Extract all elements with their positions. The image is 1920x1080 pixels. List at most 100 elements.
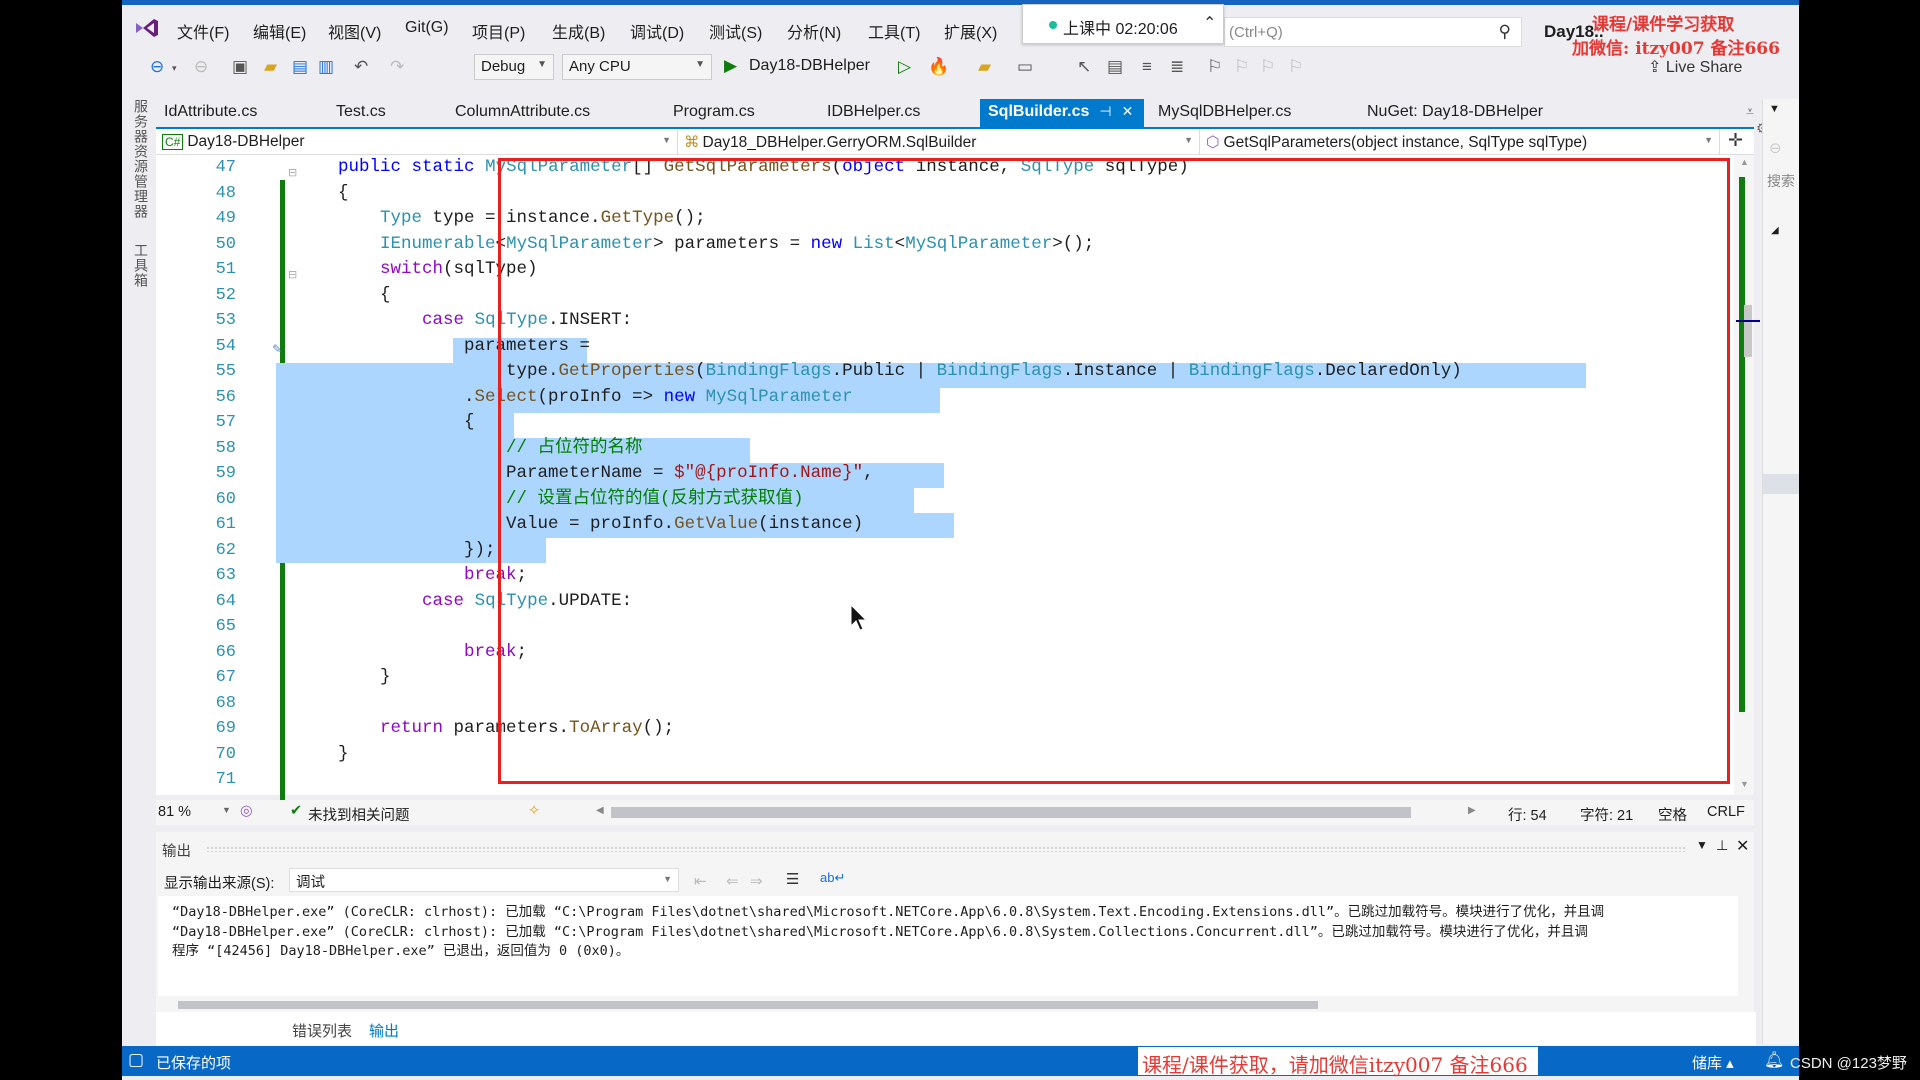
menu-build[interactable]: 生成(B) [552,19,605,43]
menu-file[interactable]: 文件(F) [177,19,229,43]
indent-indicator[interactable]: 空格 [1658,804,1687,825]
menu-analyze[interactable]: 分析(N) [787,19,841,43]
tab-sqlbuilder[interactable]: SqlBuilder.cs ⊣ ✕ [980,99,1144,127]
scroll-left-icon[interactable]: ◀ [596,805,604,816]
menu-project[interactable]: 项目(P) [472,19,525,43]
chevron-up-icon[interactable]: ⌃ [1203,13,1216,33]
indent-icon[interactable]: ≡ [1142,57,1152,77]
server-explorer-tab[interactable]: 服务器资源管理器 [131,99,151,219]
project-dropdown[interactable]: C# Day18-DBHelper ▼ [156,129,678,154]
code-line[interactable]: { [296,283,391,308]
tab-mysqldbhelper[interactable]: MySqlDBHelper.cs [1150,99,1299,127]
code-line[interactable]: // 设置占位符的值(反射方式获取值) [296,487,804,512]
output-horizontal-scrollbar[interactable] [158,998,1738,1012]
member-dropdown[interactable]: ⬡ GetSqlParameters(object instance, SqlTy… [1200,129,1720,154]
editor-horizontal-scrollbar[interactable] [611,807,1411,818]
word-wrap-icon[interactable]: ab↵ [820,870,845,886]
hot-reload-icon[interactable]: 🔥 [928,57,949,77]
code-line[interactable]: case SqlType.INSERT: [296,308,632,333]
menu-tools[interactable]: 工具(T) [868,19,920,43]
intellicode-icon[interactable]: ◎ [240,803,253,819]
live-share-button[interactable]: ⇪ Live Share [1648,57,1742,77]
editor-vertical-scrollbar[interactable]: ▲ ▼ [1734,155,1760,795]
scroll-up-icon[interactable]: ▲ [1740,157,1749,167]
tab-idbhelper[interactable]: IDBHelper.cs [819,99,928,127]
prev-bookmark-icon[interactable]: ⚐ [1234,57,1249,77]
tab-idattribute[interactable]: IdAttribute.cs [156,99,265,127]
open-folder-icon[interactable]: ▰ [264,57,277,77]
code-cleanup-icon[interactable]: ✧ [528,803,540,819]
scroll-down-icon[interactable]: ▼ [1740,779,1749,789]
zoom-level[interactable]: 81 % [158,804,191,820]
code-line[interactable]: parameters = [296,334,590,359]
menu-edit[interactable]: 编辑(E) [253,19,306,43]
tab-error-list[interactable]: 错误列表 [292,1020,352,1041]
forward-icon[interactable]: ⊖ [194,57,208,77]
select-element-icon[interactable]: ↖ [1077,57,1091,77]
code-line[interactable]: case SqlType.UPDATE: [296,589,632,614]
window-layout-icon[interactable]: ▭ [1017,57,1033,77]
output-text-area[interactable]: “Day18-DBHelper.exe” (CoreCLR: clrhost):… [158,896,1738,996]
code-line[interactable]: { [296,410,475,435]
pin-icon[interactable]: ⊥ [1716,837,1728,854]
code-line[interactable]: { [296,181,349,206]
new-project-icon[interactable]: ▣ [232,57,248,77]
tab-list-icon[interactable]: ⩡ [1746,103,1754,119]
code-area[interactable]: public static MySqlParameter[] GetSqlPar… [276,155,1756,795]
close-icon[interactable]: ✕ [1122,103,1134,119]
code-line[interactable]: type.GetProperties(BindingFlags.Public |… [296,359,1462,384]
code-line[interactable]: break; [296,640,527,665]
code-line[interactable]: break; [296,563,527,588]
clear-bookmark-icon[interactable]: ⚐ [1288,57,1303,77]
class-dropdown[interactable]: ⌘ Day18_DBHelper.GerryORM.SqlBuilder ▼ [678,129,1200,154]
prev-message-icon[interactable]: ⇐ [726,872,739,890]
code-line[interactable]: Type type = instance.GetType(); [296,206,706,231]
back-icon[interactable]: ⊖ [150,57,164,77]
start-debug-icon[interactable]: ▶ [724,56,737,76]
tab-nuget[interactable]: NuGet: Day18-DBHelper [1359,99,1551,127]
eol-indicator[interactable]: CRLF [1707,804,1745,820]
back-icon[interactable]: ⊖ [1769,139,1782,157]
scroll-thumb[interactable] [1744,305,1752,357]
next-bookmark-icon[interactable]: ⚐ [1260,57,1275,77]
outdent-icon[interactable]: ≣ [1170,57,1184,77]
code-editor[interactable]: 47 48 49 50 51 52 53 54 55 56 57 58 59 60 61 62 63 64 65 66… [156,155,1756,800]
menu-extensions[interactable]: 扩展(X) [944,19,997,43]
panel-drag-handle[interactable] [206,846,1686,852]
tab-test[interactable]: Test.cs [328,99,394,127]
tab-program[interactable]: Program.cs [665,99,763,127]
code-line[interactable]: public static MySqlParameter[] GetSqlPar… [296,155,1189,180]
output-source-select[interactable]: 调试 ▼ [289,868,679,892]
expand-icon[interactable]: ◢ [1771,225,1779,236]
code-line[interactable]: // 占位符的名称 [296,436,643,461]
browse-folder-icon[interactable]: ▰ [978,57,991,77]
code-line[interactable]: IEnumerable<MySqlParameter> parameters =… [296,232,1094,257]
tab-columnattribute[interactable]: ColumnAttribute.cs [447,99,598,127]
save-all-icon[interactable]: ▥ [318,57,334,77]
start-without-debug-icon[interactable]: ▷ [898,57,911,77]
menu-test[interactable]: 测试(S) [709,19,762,43]
menu-view[interactable]: 视图(V) [328,19,381,43]
menu-debug[interactable]: 调试(D) [630,19,684,43]
issues-status[interactable]: 未找到相关问题 [308,804,410,825]
find-message-icon[interactable]: ⇤ [694,872,707,890]
menu-git[interactable]: Git(G) [405,19,449,37]
scroll-right-icon[interactable]: ▶ [1468,805,1476,816]
repository-button[interactable]: 储库 ▴ [1692,1052,1734,1073]
configuration-select[interactable]: Debug ▼ [474,54,554,80]
code-line[interactable]: .Select(proInfo => new MySqlParameter [296,385,853,410]
split-editor-icon[interactable]: ✛ [1728,130,1743,151]
bell-icon[interactable]: 🔔︎ [1764,1050,1784,1070]
close-icon[interactable]: ✕ [1736,836,1749,856]
toolbox-tab[interactable]: 工具箱 [131,243,151,288]
code-line[interactable]: switch(sqlType) [296,257,538,282]
run-target-button[interactable]: Day18-DBHelper [749,57,870,75]
undo-icon[interactable]: ↶ [354,57,368,77]
clear-all-icon[interactable]: ☰ [786,870,799,888]
panel-menu-icon[interactable]: ▼ [1696,838,1708,852]
platform-select[interactable]: Any CPU ▼ [562,54,712,80]
panel-search-input[interactable]: 搜索 [1767,171,1795,191]
pin-icon[interactable]: ⊣ [1099,103,1111,119]
code-line[interactable]: } [296,742,349,767]
code-line[interactable]: return parameters.ToArray(); [296,716,674,741]
